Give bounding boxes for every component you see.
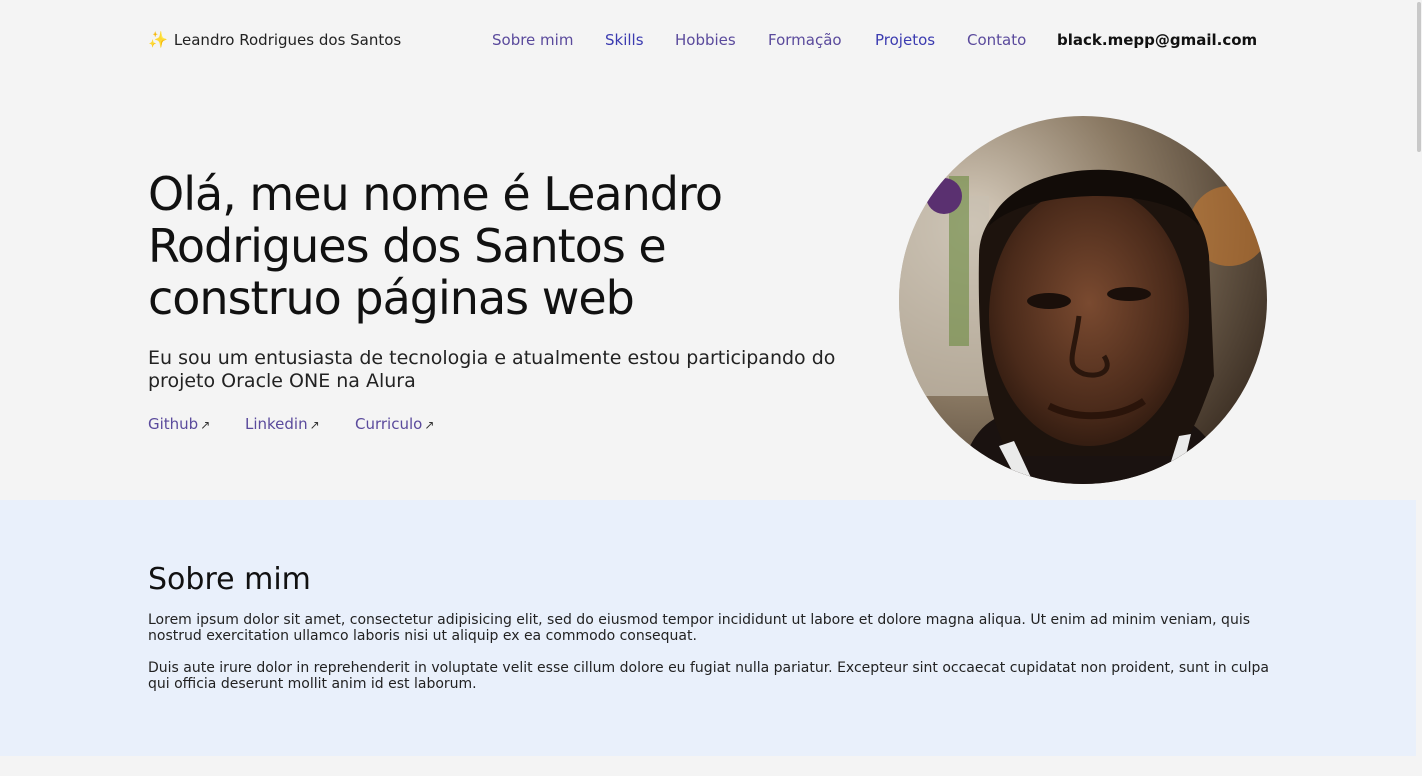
- nav-link-skills[interactable]: Skills: [605, 31, 644, 49]
- linkedin-link[interactable]: Linkedin ↗: [245, 415, 320, 433]
- scrollbar[interactable]: [1416, 0, 1422, 776]
- curriculo-link-label: Curriculo: [355, 415, 423, 433]
- about-paragraph: Lorem ipsum dolor sit amet, consectetur …: [148, 612, 1251, 644]
- contact-email[interactable]: black.mepp@gmail.com: [1057, 31, 1257, 49]
- nav-link-contato[interactable]: Contato: [967, 31, 1026, 49]
- brand-name: Leandro Rodrigues dos Santos: [173, 31, 402, 49]
- about-heading: Sobre mim: [148, 562, 311, 597]
- arrow-up-right-icon: ↗: [424, 418, 435, 432]
- brand[interactable]: ✨ Leandro Rodrigues dos Santos: [148, 31, 401, 49]
- profile-photo-art: [899, 116, 1267, 484]
- scrollbar-thumb[interactable]: [1417, 2, 1421, 152]
- sparkle-icon: ✨: [148, 30, 168, 49]
- nav-link-hobbies[interactable]: Hobbies: [675, 31, 736, 49]
- github-link[interactable]: Github ↗: [148, 415, 210, 433]
- about-section: Sobre mim Lorem ipsum dolor sit amet, co…: [0, 500, 1416, 756]
- about-paragraph: Duis aute irure dolor in reprehenderit i…: [148, 660, 1269, 692]
- nav-link-projetos[interactable]: Projetos: [875, 31, 935, 49]
- curriculo-link[interactable]: Curriculo ↗: [355, 415, 434, 433]
- github-link-label: Github: [148, 415, 199, 433]
- arrow-up-right-icon: ↗: [200, 418, 211, 432]
- top-header: ✨ Leandro Rodrigues dos Santos Sobre mim…: [0, 0, 1416, 82]
- linkedin-link-label: Linkedin: [245, 415, 308, 433]
- profile-photo: [899, 116, 1267, 484]
- hero-subtitle: Eu sou um entusiasta de tecnologia e atu…: [148, 347, 836, 392]
- nav-link-formacao[interactable]: Formação: [768, 31, 842, 49]
- arrow-up-right-icon: ↗: [309, 418, 320, 432]
- nav-link-sobre-mim[interactable]: Sobre mim: [492, 31, 573, 49]
- hero-title: Olá, meu nome é Leandro Rodrigues dos Sa…: [148, 167, 723, 325]
